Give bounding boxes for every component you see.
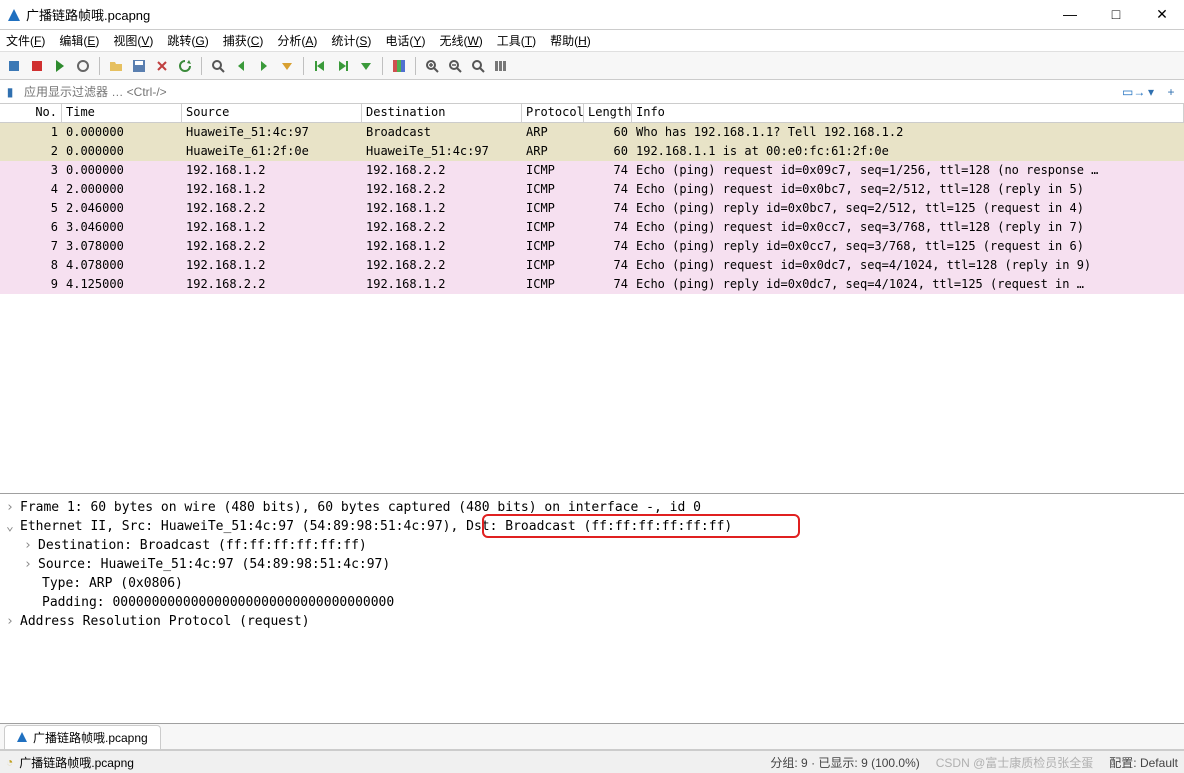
status-packet-count: 分组: 9 · 已显示: 9 (100.0%) (770, 754, 919, 771)
col-header-time[interactable]: Time (62, 104, 182, 122)
reload-button[interactable] (175, 56, 195, 76)
packet-details-pane[interactable]: ›Frame 1: 60 bytes on wire (480 bits), 6… (0, 494, 1184, 724)
tree-frame: ›Frame 1: 60 bytes on wire (480 bits), 6… (6, 498, 1178, 517)
filter-apply-button[interactable]: ▭→ (1122, 85, 1140, 99)
colorize-button[interactable] (389, 56, 409, 76)
menu-h[interactable]: 帮助(H) (550, 32, 591, 49)
tree-source: ›Source: HuaweiTe_51:4c:97 (54:89:98:51:… (6, 555, 1178, 574)
display-filter-input[interactable] (20, 83, 1122, 101)
col-header-destination[interactable]: Destination (362, 104, 522, 122)
go-to-packet-button[interactable] (277, 56, 297, 76)
status-ready-icon: ◔ (6, 755, 13, 769)
status-watermark: CSDN @富士康质检员张全蛋 (936, 754, 1094, 771)
status-profile: 配置: Default (1109, 754, 1178, 771)
tree-destination: ›Destination: Broadcast (ff:ff:ff:ff:ff:… (6, 536, 1178, 555)
statusbar: ◔ 广播链路帧哦.pcapng 分组: 9 · 已显示: 9 (100.0%) … (0, 750, 1184, 773)
menubar: 文件(F) 编辑(E) 视图(V) 跳转(G) 捕获(C) 分析(A) 统计(S) 电话(Y)… (0, 30, 1184, 52)
packet-row[interactable]: 42.000000192.168.1.2192.168.2.2ICMP74Ech… (0, 180, 1184, 199)
app-icon (8, 9, 20, 21)
menu-g[interactable]: 跳转(G) (167, 32, 208, 49)
stop-capture-button[interactable] (27, 56, 47, 76)
packet-rows[interactable]: 10.000000HuaweiTe_51:4c:97BroadcastARP60… (0, 123, 1184, 493)
open-file-button[interactable] (106, 56, 126, 76)
menu-s[interactable]: 统计(S) (331, 32, 371, 49)
col-header-source[interactable]: Source (182, 104, 362, 122)
tree-ethernet: ⌄Ethernet II, Src: HuaweiTe_51:4c:97 (54… (6, 517, 1178, 536)
tab-file[interactable]: 广播链路帧哦.pcapng (4, 725, 161, 749)
status-filename: 广播链路帧哦.pcapng (19, 754, 134, 771)
find-button[interactable] (208, 56, 228, 76)
menu-w[interactable]: 无线(W) (439, 32, 482, 49)
col-header-length[interactable]: Length (584, 104, 632, 122)
col-header-no[interactable]: No. (0, 104, 62, 122)
minimize-button[interactable]: — (1056, 6, 1084, 23)
bookmark-icon[interactable]: ▮ (0, 85, 20, 99)
col-header-protocol[interactable]: Protocol (522, 104, 584, 122)
zoom-in-button[interactable] (422, 56, 442, 76)
packet-list-pane: No. Time Source Destination Protocol Len… (0, 104, 1184, 494)
packet-row[interactable]: 94.125000192.168.2.2192.168.1.2ICMP74Ech… (0, 275, 1184, 294)
titlebar: 广播链路帧哦.pcapng — □ ✕ (0, 0, 1184, 30)
col-header-info[interactable]: Info (632, 104, 1184, 122)
close-file-button[interactable] (152, 56, 172, 76)
resize-columns-button[interactable] (491, 56, 511, 76)
start-capture-button[interactable] (4, 56, 24, 76)
tree-ethernet-dst[interactable]: Dst: Broadcast (ff:ff:ff:ff:ff:ff) (466, 519, 732, 534)
menu-v[interactable]: 视图(V) (113, 32, 153, 49)
go-back-button[interactable] (231, 56, 251, 76)
bottom-tabs: 广播链路帧哦.pcapng (0, 724, 1184, 750)
packet-row[interactable]: 73.078000192.168.2.2192.168.1.2ICMP74Ech… (0, 237, 1184, 256)
menu-e[interactable]: 编辑(E) (59, 32, 99, 49)
filter-dropdown-button[interactable]: ▾ (1142, 85, 1160, 99)
capture-options-button[interactable] (73, 56, 93, 76)
packet-row[interactable]: 20.000000HuaweiTe_61:2f:0eHuaweiTe_51:4c… (0, 142, 1184, 161)
packet-row[interactable]: 10.000000HuaweiTe_51:4c:97BroadcastARP60… (0, 123, 1184, 142)
filter-add-button[interactable]: + (1162, 85, 1180, 99)
tree-type: Type: ARP (0x0806) (6, 574, 1178, 593)
maximize-button[interactable]: □ (1102, 6, 1130, 23)
packet-row[interactable]: 84.078000192.168.1.2192.168.2.2ICMP74Ech… (0, 256, 1184, 275)
packet-row[interactable]: 63.046000192.168.1.2192.168.2.2ICMP74Ech… (0, 218, 1184, 237)
zoom-out-button[interactable] (445, 56, 465, 76)
menu-a[interactable]: 分析(A) (277, 32, 317, 49)
menu-y[interactable]: 电话(Y) (385, 32, 425, 49)
restart-capture-button[interactable] (50, 56, 70, 76)
auto-scroll-button[interactable] (356, 56, 376, 76)
window-title: 广播链路帧哦.pcapng (26, 5, 1056, 24)
close-button[interactable]: ✕ (1148, 6, 1176, 23)
tree-arp: ›Address Resolution Protocol (request) (6, 612, 1178, 631)
packet-row[interactable]: 30.000000192.168.1.2192.168.2.2ICMP74Ech… (0, 161, 1184, 180)
zoom-reset-button[interactable] (468, 56, 488, 76)
filter-bar: ▮ ▭→ ▾ + (0, 80, 1184, 104)
menu-f[interactable]: 文件(F) (6, 32, 45, 49)
go-forward-button[interactable] (254, 56, 274, 76)
tree-padding: Padding: 0000000000000000000000000000000… (6, 593, 1178, 612)
menu-t[interactable]: 工具(T) (497, 32, 536, 49)
toolbar (0, 52, 1184, 80)
packet-list-header: No. Time Source Destination Protocol Len… (0, 104, 1184, 123)
save-file-button[interactable] (129, 56, 149, 76)
first-packet-button[interactable] (310, 56, 330, 76)
menu-c[interactable]: 捕获(C) (223, 32, 264, 49)
last-packet-button[interactable] (333, 56, 353, 76)
tab-file-label: 广播链路帧哦.pcapng (33, 731, 148, 745)
packet-row[interactable]: 52.046000192.168.2.2192.168.1.2ICMP74Ech… (0, 199, 1184, 218)
